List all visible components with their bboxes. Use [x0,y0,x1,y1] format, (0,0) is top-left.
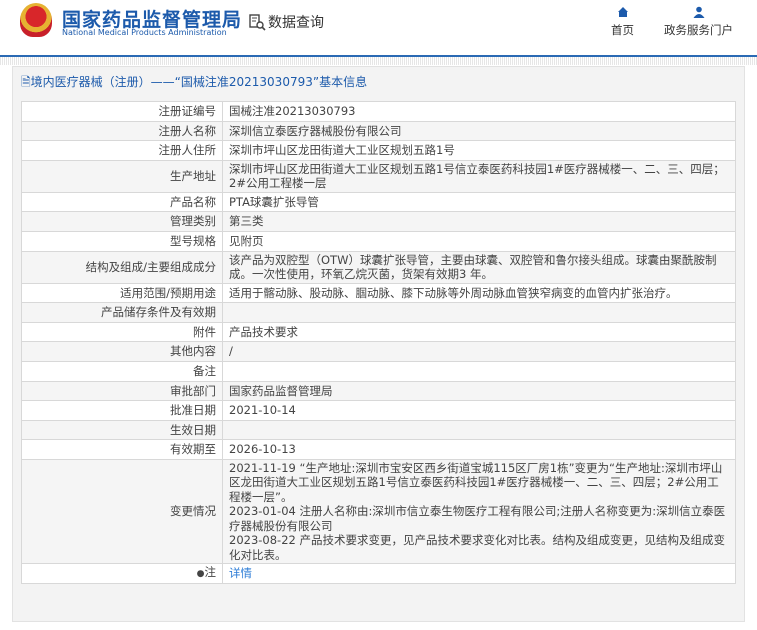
table-row: 附件 产品技术要求 [21,321,736,343]
row-label: 产品名称 [21,191,223,213]
table-row: 有效期至 2026-10-13 [21,439,736,460]
change-entry: 2023-01-04 注册人名称由:深圳市信立泰生物医疗工程有限公司;注册人名称… [229,504,726,533]
table-row: 批准日期 2021-10-14 [21,400,736,421]
table-row: 审批部门 国家药品监督管理局 [21,380,736,402]
logo-subtitle: National Medical Products Administration [62,28,227,37]
table-row-note: ●注 详情 [21,563,736,584]
row-value: PTA球囊扩张导管 [222,191,736,213]
row-label: 备注 [21,360,223,382]
nav-service-portal[interactable]: 政务服务门户 [664,6,733,38]
row-value: 2021-10-14 [222,400,736,421]
row-value [222,302,736,323]
row-label: 附件 [21,321,223,343]
row-label: 适用范围/预期用途 [21,282,223,304]
note-label: 注 [204,565,217,580]
table-row: 结构及组成/主要组成成分 该产品为双腔型（OTW）球囊扩张导管，主要由球囊、双腔管… [21,250,736,284]
home-icon [617,7,628,17]
nav-home[interactable]: 首页 [611,6,634,38]
info-table: 注册证编号 国械注准20213030793 注册人名称 深圳信立泰医疗器械股份有限公司… [21,101,736,584]
data-query-label: 数据查询 [268,15,324,31]
row-value: 国家药品监督管理局 [222,380,736,402]
row-label: 批准日期 [21,400,223,421]
row-label: 注册人名称 [21,120,223,142]
row-value: 产品技术要求 [222,321,736,343]
table-row: 注册人住所 深圳市坪山区龙田街道大工业区规划五路1号 [21,140,736,161]
bulb-icon: ● [196,569,205,580]
data-query-link[interactable]: 数据查询 [248,12,324,32]
row-value: 第三类 [222,211,736,232]
document-icon: 🗎 [21,75,31,89]
row-value: 深圳信立泰医疗器械股份有限公司 [222,120,736,142]
row-value: 详情 [222,563,736,584]
row-value [222,419,736,441]
national-emblem-logo [20,3,52,37]
table-row: 生效日期 [21,419,736,441]
table-row: 注册人名称 深圳信立泰医疗器械股份有限公司 [21,120,736,142]
row-label: 结构及组成/主要组成成分 [21,250,223,284]
table-row: 变更情况 2021-11-19 “生产地址:深圳市宝安区西乡街道宝城115区厂房1… [21,458,736,565]
user-icon [693,6,704,18]
table-row: 产品名称 PTA球囊扩张导管 [21,191,736,213]
row-value: 该产品为双腔型（OTW）球囊扩张导管，主要由球囊、双腔管和鲁尔接头组成。球囊由聚… [222,250,736,284]
table-row: 型号规格 见附页 [21,230,736,252]
change-entry: 2021-11-19 “生产地址:深圳市宝安区西乡街道宝城115区厂房1栋”变更… [229,460,723,504]
row-value: 国械注准20213030793 [222,101,736,122]
divider [0,57,757,65]
row-label: 有效期至 [21,439,223,460]
details-link[interactable]: 详情 [229,566,252,580]
row-label: 注册证编号 [21,101,223,122]
nav-home-label: 首页 [611,23,634,37]
table-row: 产品储存条件及有效期 [21,302,736,323]
row-label: ●注 [21,563,223,584]
row-label: 生效日期 [21,419,223,441]
nav-service-label: 政务服务门户 [664,23,733,37]
table-row: 其他内容 / [21,341,736,362]
row-label: 管理类别 [21,211,223,232]
row-label: 变更情况 [21,458,223,565]
row-label: 其他内容 [21,341,223,362]
table-row: 备注 [21,360,736,382]
row-value: 见附页 [222,230,736,252]
row-label: 生产地址 [21,159,223,193]
info-panel: 🗎境内医疗器械（注册）——“国械注准20213030793”基本信息 注册证编号… [12,66,745,622]
row-label: 产品储存条件及有效期 [21,302,223,323]
panel-title-text: 境内医疗器械（注册）——“国械注准20213030793”基本信息 [30,75,368,89]
change-entry: 2023-08-22 产品技术要求变更，见产品技术要求变化对比表。结构及组成变更… [229,533,725,562]
row-label: 注册人住所 [21,140,223,161]
row-value: 2021-11-19 “生产地址:深圳市宝安区西乡街道宝城115区厂房1栋”变更… [222,458,736,565]
panel-title: 🗎境内医疗器械（注册）——“国械注准20213030793”基本信息 [13,67,744,95]
site-header: 国家药品监督管理局 National Medical Products Admi… [0,0,757,57]
table-row: 注册证编号 国械注准20213030793 [21,101,736,122]
document-search-icon [249,14,266,31]
row-value: 适用于髂动脉、股动脉、腘动脉、膝下动脉等外周动脉血管狭窄病变的血管内扩张治疗。 [222,282,736,304]
table-row: 适用范围/预期用途 适用于髂动脉、股动脉、腘动脉、膝下动脉等外周动脉血管狭窄病变的… [21,282,736,304]
table-row: 管理类别 第三类 [21,211,736,232]
row-value: 2026-10-13 [222,439,736,460]
row-value: 深圳市坪山区龙田街道大工业区规划五路1号 [222,140,736,161]
table-row: 生产地址 深圳市坪山区龙田街道大工业区规划五路1号信立泰医药科技园1#医疗器械楼一… [21,159,736,193]
row-label: 审批部门 [21,380,223,402]
row-value: 深圳市坪山区龙田街道大工业区规划五路1号信立泰医药科技园1#医疗器械楼一、二、三… [222,159,736,193]
row-label: 型号规格 [21,230,223,252]
row-value [222,360,736,382]
row-value: / [222,341,736,362]
